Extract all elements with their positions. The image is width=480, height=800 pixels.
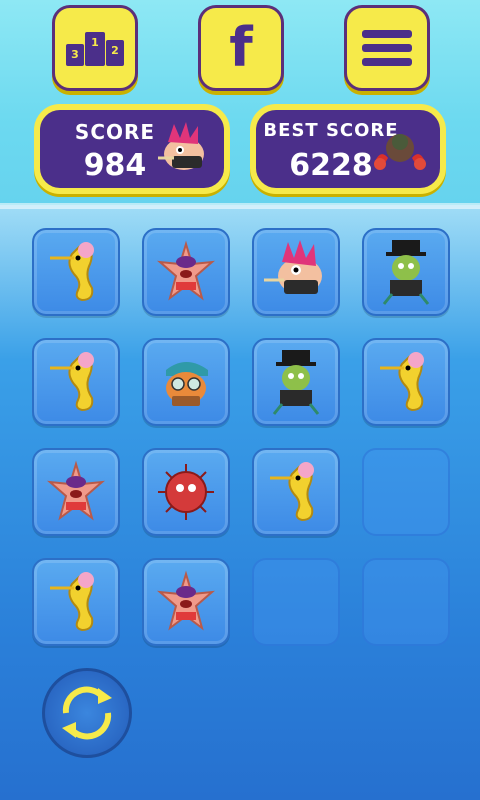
tile-seahorse[interactable]: [32, 558, 120, 646]
tile-seahorse[interactable]: [32, 228, 120, 316]
tile-zombie[interactable]: [252, 338, 340, 426]
starfish-icon: [156, 240, 216, 301]
tile-starfish[interactable]: [32, 448, 120, 536]
tile-seahorse[interactable]: [362, 338, 450, 426]
podium-icon: 3 1 2: [66, 32, 124, 66]
podium-rank-3: 3: [71, 48, 79, 61]
tile-empty[interactable]: [362, 558, 450, 646]
tile-empty[interactable]: [252, 558, 340, 646]
podium-rank-1: 1: [91, 36, 99, 49]
facebook-icon: f: [229, 16, 253, 79]
best-score-panel: BEST SCORE 6228: [250, 104, 446, 194]
tile-punk-fish[interactable]: [252, 228, 340, 316]
crab-icon: [374, 134, 426, 170]
seahorse-icon: [50, 572, 94, 632]
facebook-button[interactable]: f: [198, 5, 284, 91]
hamburger-menu-icon: [362, 30, 412, 66]
zombie-icon: [272, 350, 320, 415]
punk-fish-icon: [158, 122, 204, 170]
tile-starfish[interactable]: [142, 228, 230, 316]
punk-fish-icon: [264, 240, 322, 294]
podium-rank-2: 2: [111, 44, 119, 57]
seahorse-icon: [50, 352, 94, 412]
tile-seahorse[interactable]: [252, 448, 340, 536]
tile-zombie[interactable]: [362, 228, 450, 316]
starfish-icon: [156, 570, 216, 631]
pufferfish-icon: [158, 464, 214, 520]
starfish-icon: [46, 460, 106, 521]
tile-pufferfish[interactable]: [142, 448, 230, 536]
menu-button[interactable]: [344, 5, 430, 91]
cap-fish-icon: [166, 362, 208, 406]
seahorse-icon: [380, 352, 424, 412]
leaderboard-button[interactable]: 3 1 2: [52, 5, 138, 91]
refresh-icon: [62, 686, 112, 740]
score-panel: SCORE 984: [34, 104, 230, 194]
seahorse-icon: [270, 462, 314, 522]
zombie-icon: [382, 240, 430, 305]
seahorse-icon: [50, 242, 94, 302]
refresh-button[interactable]: [42, 668, 132, 758]
tile-cap-fish[interactable]: [142, 338, 230, 426]
tile-seahorse[interactable]: [32, 338, 120, 426]
water-surface: [0, 203, 480, 209]
tile-empty[interactable]: [362, 448, 450, 536]
tile-starfish[interactable]: [142, 558, 230, 646]
